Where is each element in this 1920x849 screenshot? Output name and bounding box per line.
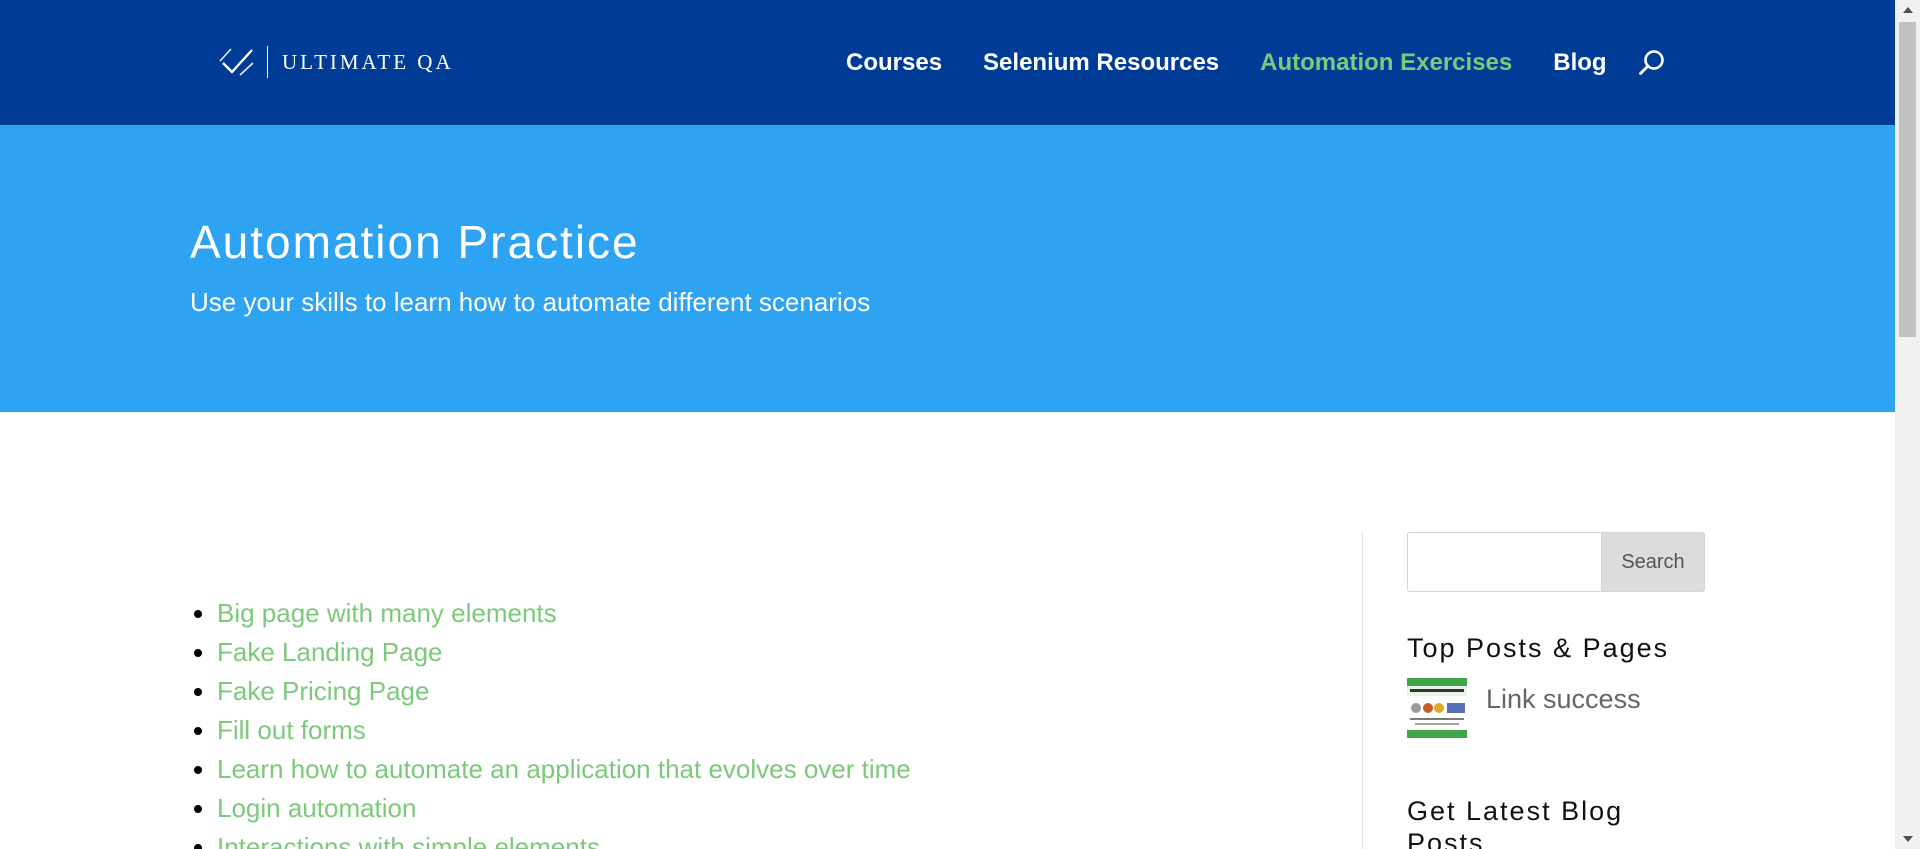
link-simple-elements[interactable]: Interactions with simple elements xyxy=(217,832,600,849)
page-title: Automation Practice xyxy=(190,216,640,268)
page: ULTIMATE QA Courses Selenium Resources A… xyxy=(0,0,1920,849)
page-subtitle: Use your skills to learn how to automate… xyxy=(190,287,871,317)
vertical-scrollbar[interactable] xyxy=(1895,0,1920,849)
scrollbar-thumb[interactable] xyxy=(1899,22,1916,337)
nav-item-selenium-resources[interactable]: Selenium Resources xyxy=(983,49,1219,77)
scroll-down-arrow-icon[interactable] xyxy=(1895,829,1920,849)
scroll-up-arrow-icon[interactable] xyxy=(1895,0,1920,20)
hero-banner: Automation Practice Use your skills to l… xyxy=(0,125,1895,412)
checkmark-icon xyxy=(219,48,254,76)
top-posts-title: Top Posts & Pages xyxy=(1407,633,1670,663)
nav-item-automation-exercises[interactable]: Automation Exercises xyxy=(1260,49,1512,77)
sidebar-divider xyxy=(1362,532,1363,849)
site-logo[interactable]: ULTIMATE QA xyxy=(217,44,454,80)
list-item: Learn how to automate an application tha… xyxy=(217,750,911,789)
sidebar-search-button[interactable]: Search xyxy=(1601,532,1705,592)
list-item: Fake Pricing Page xyxy=(217,672,911,711)
search-icon[interactable] xyxy=(1637,48,1667,78)
nav-item-courses[interactable]: Courses xyxy=(846,49,942,77)
list-item: Fill out forms xyxy=(217,711,911,750)
link-fake-pricing-page[interactable]: Fake Pricing Page xyxy=(217,676,429,706)
list-item: Login automation xyxy=(217,789,911,828)
sidebar: Search Top Posts & Pages Link success Ge… xyxy=(1407,532,1705,849)
top-post-item: Link success xyxy=(1407,678,1705,738)
latest-posts-title: Get Latest Blog Posts xyxy=(1407,796,1624,849)
top-post-link[interactable]: Link success xyxy=(1486,684,1641,715)
sidebar-search-form: Search xyxy=(1407,532,1705,592)
post-thumbnail-image[interactable] xyxy=(1407,678,1467,738)
nav-item-blog[interactable]: Blog xyxy=(1553,49,1606,77)
list-item: Fake Landing Page xyxy=(217,633,911,672)
main-content: Big page with many elements Fake Landing… xyxy=(0,412,1895,849)
link-fake-landing-page[interactable]: Fake Landing Page xyxy=(217,637,443,667)
main-nav: Courses Selenium Resources Automation Ex… xyxy=(846,47,1667,79)
link-fill-out-forms[interactable]: Fill out forms xyxy=(217,715,366,745)
list-item: Interactions with simple elements xyxy=(217,828,911,849)
logo-wordmark: ULTIMATE QA xyxy=(282,49,454,74)
site-header: ULTIMATE QA Courses Selenium Resources A… xyxy=(0,0,1895,125)
link-login-automation[interactable]: Login automation xyxy=(217,793,416,823)
logo-divider xyxy=(267,46,268,78)
link-big-page[interactable]: Big page with many elements xyxy=(217,598,557,628)
list-item: Big page with many elements xyxy=(217,594,911,633)
link-evolving-application[interactable]: Learn how to automate an application tha… xyxy=(217,754,911,784)
exercise-link-list: Big page with many elements Fake Landing… xyxy=(190,594,911,849)
sidebar-search-input[interactable] xyxy=(1407,532,1601,592)
